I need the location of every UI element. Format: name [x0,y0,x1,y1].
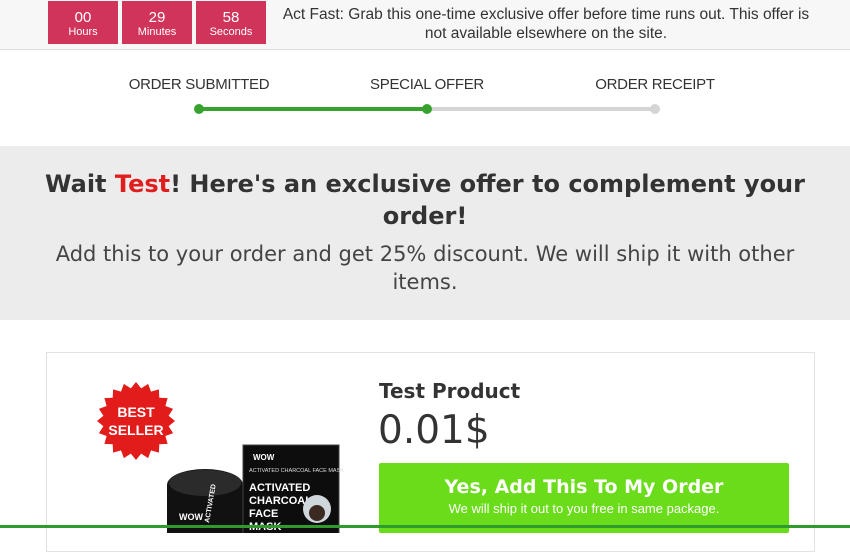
hours-box: 00 Hours [48,1,118,44]
headline-prefix: Wait [45,170,115,198]
step-special-offer: SPECIAL OFFER [370,76,484,93]
urgency-message: Act Fast: Grab this one-time exclusive o… [282,6,810,42]
customer-name: Test [114,170,171,198]
step-order-submitted: ORDER SUBMITTED [128,76,270,93]
seconds-value: 58 [222,9,240,26]
hours-value: 00 [74,9,92,26]
step-order-receipt: ORDER RECEIPT [595,76,715,93]
box-line-2: CHARCOAL [249,495,312,507]
countdown-bar: 00 Hours 29 Minutes 58 Seconds Act Fast:… [0,0,850,50]
add-to-order-button[interactable]: Yes, Add This To My Order We will ship i… [379,463,789,533]
seconds-label: Seconds [209,26,253,38]
minutes-box: 29 Minutes [122,1,192,44]
product-card: BEST SELLER WOW ACTIVATED WOW ACTIVATED … [46,352,815,552]
box-line-1: ACTIVATED [249,482,310,494]
offer-headline: Wait Test! Here's an exclusive offer to … [40,168,810,232]
minutes-label: Minutes [137,26,177,38]
jar-brand-text: WOW [179,512,203,522]
progress-fill [199,107,427,111]
box-subtitle-text: ACTIVATED CHARCOAL FACE MASK [249,468,344,474]
add-to-order-sublabel: We will ship it out to you free in same … [448,501,720,516]
product-title: Test Product [379,379,521,403]
seconds-box: 58 Seconds [196,1,266,44]
badge-line-2: SELLER [108,422,164,438]
offer-headline-band: Wait Test! Here's an exclusive offer to … [0,146,850,320]
minutes-value: 29 [148,9,166,26]
offer-subtext: Add this to your order and get 25% disco… [55,242,795,294]
product-price: 0.01$ [378,408,490,453]
box-line-3: FACE [249,508,278,520]
step-dot-2 [422,104,432,114]
step-dot-1 [194,104,204,114]
badge-line-1: BEST [117,404,155,420]
charcoal-mask-product-image: WOW ACTIVATED WOW ACTIVATED CHARCOAL FAC… [167,444,344,533]
order-progress: ORDER SUBMITTED SPECIAL OFFER ORDER RECE… [0,51,850,146]
hours-label: Hours [68,26,98,38]
step-dot-3 [650,104,660,114]
box-brand-text: WOW [253,453,275,462]
headline-suffix: ! Here's an exclusive offer to complemen… [170,170,805,230]
add-to-order-label: Yes, Add This To My Order [444,476,724,498]
